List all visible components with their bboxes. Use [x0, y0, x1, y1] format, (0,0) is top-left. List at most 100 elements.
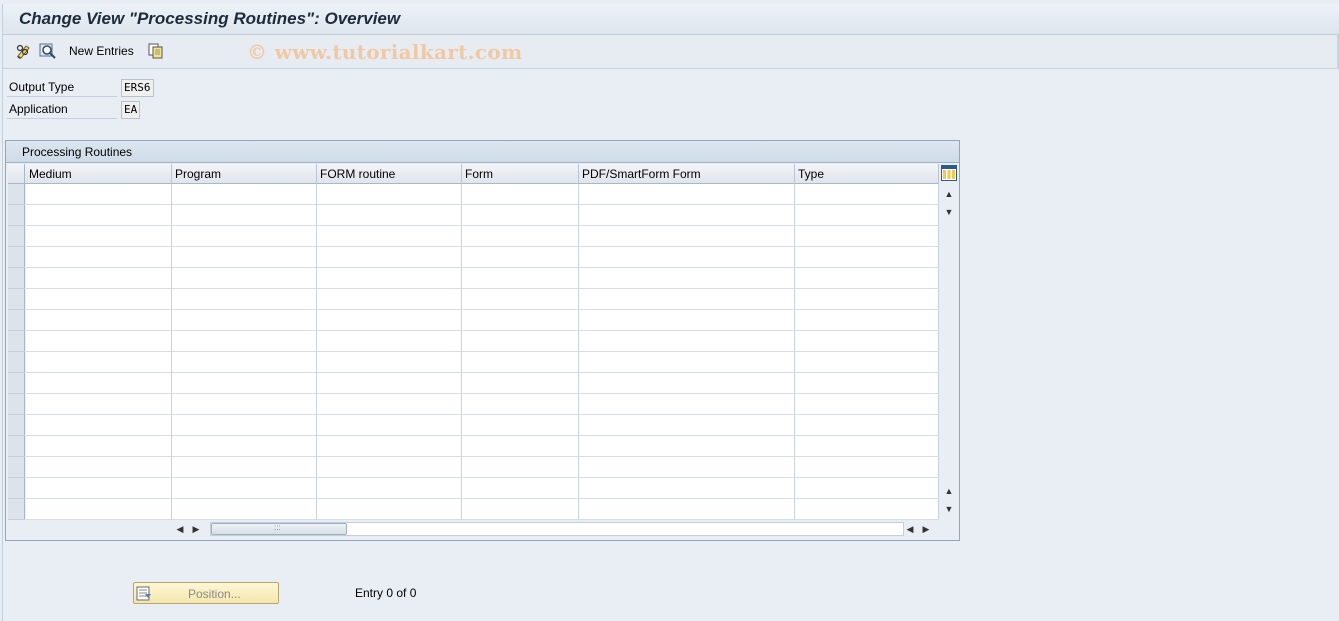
cell-form-routine[interactable] — [317, 184, 462, 205]
cell-form-routine[interactable] — [317, 310, 462, 331]
row-selector[interactable] — [8, 499, 25, 520]
scroll-page-up-arrow[interactable]: ▲ — [944, 486, 954, 496]
column-header-medium[interactable]: Medium — [26, 164, 172, 184]
row-selector[interactable] — [8, 352, 25, 373]
cell-program[interactable] — [172, 394, 317, 415]
cell-program[interactable] — [172, 478, 317, 499]
row-selector[interactable] — [8, 268, 25, 289]
cell-medium[interactable] — [26, 226, 172, 247]
cell-form-routine[interactable] — [317, 373, 462, 394]
cell-pdf-smartform-form[interactable] — [579, 184, 795, 205]
cell-medium[interactable] — [26, 478, 172, 499]
cell-form-routine[interactable] — [317, 226, 462, 247]
cell-type[interactable] — [795, 226, 939, 247]
cell-type[interactable] — [795, 499, 939, 520]
cell-medium[interactable] — [26, 184, 172, 205]
cell-type[interactable] — [795, 247, 939, 268]
cell-type[interactable] — [795, 415, 939, 436]
cell-form[interactable] — [462, 247, 579, 268]
cell-medium[interactable] — [26, 268, 172, 289]
cell-program[interactable] — [172, 226, 317, 247]
cell-medium[interactable] — [26, 457, 172, 478]
cell-pdf-smartform-form[interactable] — [579, 268, 795, 289]
cell-medium[interactable] — [26, 394, 172, 415]
cell-form-routine[interactable] — [317, 415, 462, 436]
row-selector[interactable] — [8, 247, 25, 268]
cell-type[interactable] — [795, 394, 939, 415]
scroll-page-down-arrow[interactable]: ▼ — [944, 207, 954, 217]
row-selector[interactable] — [8, 415, 25, 436]
row-selector[interactable] — [8, 478, 25, 499]
cell-form-routine[interactable] — [317, 394, 462, 415]
cell-form-routine[interactable] — [317, 289, 462, 310]
column-header-pdf-smartform-form[interactable]: PDF/SmartForm Form — [579, 164, 795, 184]
cell-form[interactable] — [462, 352, 579, 373]
cell-type[interactable] — [795, 373, 939, 394]
row-selector[interactable] — [8, 457, 25, 478]
cell-pdf-smartform-form[interactable] — [579, 247, 795, 268]
cell-medium[interactable] — [26, 247, 172, 268]
cell-pdf-smartform-form[interactable] — [579, 352, 795, 373]
cell-program[interactable] — [172, 457, 317, 478]
cell-type[interactable] — [795, 268, 939, 289]
cell-type[interactable] — [795, 289, 939, 310]
cell-type[interactable] — [795, 352, 939, 373]
horizontal-scrollbar[interactable]: ◀ ▶ ::: ◀ ▶ — [6, 521, 956, 537]
cell-type[interactable] — [795, 457, 939, 478]
scroll-track[interactable]: ::: — [210, 522, 904, 536]
cell-medium[interactable] — [26, 205, 172, 226]
row-selector[interactable] — [8, 394, 25, 415]
cell-type[interactable] — [795, 331, 939, 352]
cell-form[interactable] — [462, 289, 579, 310]
cell-medium[interactable] — [26, 352, 172, 373]
cell-form[interactable] — [462, 310, 579, 331]
vertical-scrollbar[interactable]: ▲ ▼ ▲ ▼ — [940, 164, 958, 516]
row-selector[interactable] — [8, 436, 25, 457]
cell-program[interactable] — [172, 310, 317, 331]
row-selector[interactable] — [8, 331, 25, 352]
cell-form[interactable] — [462, 499, 579, 520]
cell-pdf-smartform-form[interactable] — [579, 331, 795, 352]
cell-program[interactable] — [172, 184, 317, 205]
cell-pdf-smartform-form[interactable] — [579, 436, 795, 457]
scroll-far-left-arrow[interactable]: ◀ — [904, 521, 916, 537]
find-button[interactable] — [39, 42, 57, 60]
cell-form-routine[interactable] — [317, 352, 462, 373]
cell-form[interactable] — [462, 226, 579, 247]
cell-medium[interactable] — [26, 373, 172, 394]
cell-program[interactable] — [172, 247, 317, 268]
cell-form[interactable] — [462, 457, 579, 478]
cell-program[interactable] — [172, 289, 317, 310]
cell-medium[interactable] — [26, 310, 172, 331]
scroll-thumb[interactable]: ::: — [211, 523, 347, 535]
table-settings-icon[interactable] — [941, 165, 957, 181]
cell-type[interactable] — [795, 310, 939, 331]
output-type-field[interactable]: ERS6 — [121, 78, 154, 97]
scroll-left-arrow[interactable]: ◀ — [174, 521, 186, 537]
cell-program[interactable] — [172, 352, 317, 373]
cell-pdf-smartform-form[interactable] — [579, 394, 795, 415]
row-selector[interactable] — [8, 373, 25, 394]
scroll-up-arrow[interactable]: ▲ — [944, 189, 954, 199]
cell-program[interactable] — [172, 331, 317, 352]
cell-form[interactable] — [462, 415, 579, 436]
column-header-form[interactable]: Form — [462, 164, 579, 184]
scroll-right-arrow[interactable]: ▶ — [190, 521, 202, 537]
copy-as-button[interactable] — [147, 42, 165, 60]
cell-form-routine[interactable] — [317, 478, 462, 499]
cell-form-routine[interactable] — [317, 331, 462, 352]
cell-form[interactable] — [462, 394, 579, 415]
new-entries-button[interactable]: New Entries — [69, 44, 134, 58]
scroll-down-arrow[interactable]: ▼ — [944, 504, 954, 514]
row-selector[interactable] — [8, 289, 25, 310]
cell-medium[interactable] — [26, 289, 172, 310]
cell-form-routine[interactable] — [317, 247, 462, 268]
row-selector[interactable] — [8, 205, 25, 226]
cell-pdf-smartform-form[interactable] — [579, 310, 795, 331]
cell-pdf-smartform-form[interactable] — [579, 499, 795, 520]
cell-pdf-smartform-form[interactable] — [579, 478, 795, 499]
cell-medium[interactable] — [26, 436, 172, 457]
cell-program[interactable] — [172, 205, 317, 226]
scroll-far-right-arrow[interactable]: ▶ — [920, 521, 932, 537]
cell-medium[interactable] — [26, 499, 172, 520]
